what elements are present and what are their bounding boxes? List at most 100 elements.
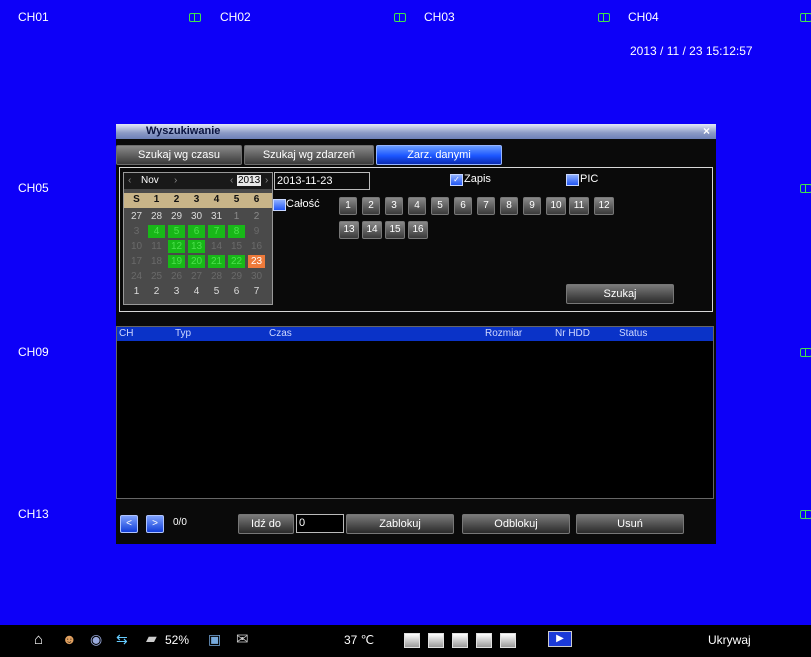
unlock-button[interactable]: Odblokuj: [462, 514, 570, 534]
channel-button-5[interactable]: 5: [431, 197, 449, 215]
layout-16-icon[interactable]: [476, 633, 492, 648]
calendar-day[interactable]: 20: [188, 255, 205, 268]
calendar-day[interactable]: 23: [248, 255, 265, 268]
calendar-day[interactable]: 28: [148, 210, 165, 223]
next-year-icon[interactable]: ›: [265, 175, 268, 186]
calendar-day[interactable]: 17: [128, 255, 145, 268]
calendar-day[interactable]: 10: [128, 240, 145, 253]
channel-button-2[interactable]: 2: [362, 197, 380, 215]
channel-button-11[interactable]: 11: [569, 197, 589, 215]
prev-year-icon[interactable]: ‹: [230, 175, 233, 186]
calendar-day[interactable]: 30: [188, 210, 205, 223]
channel-button-4[interactable]: 4: [408, 197, 426, 215]
calendar-day[interactable]: 8: [228, 225, 245, 238]
channel-button-8[interactable]: 8: [500, 197, 518, 215]
calendar-day[interactable]: 2: [148, 285, 165, 298]
weekday-label: 6: [253, 194, 260, 205]
taskbar: ⌂ ☻ ◉ ⇆ ▰ 52% ▣ ✉ 37 ℃ ▶ Ukrywaj: [0, 625, 811, 657]
close-icon[interactable]: ×: [703, 124, 710, 138]
channel-button-1[interactable]: 1: [339, 197, 357, 215]
calendar-day[interactable]: 27: [188, 270, 205, 283]
tab-search-by-event[interactable]: Szukaj wg zdarzeń: [244, 145, 374, 165]
goto-button[interactable]: Idź do: [238, 514, 294, 534]
lock-button[interactable]: Zablokuj: [346, 514, 454, 534]
calendar-day[interactable]: 4: [188, 285, 205, 298]
channel-button-10[interactable]: 10: [546, 197, 566, 215]
calendar-day[interactable]: 11: [148, 240, 165, 253]
calendar-day[interactable]: 9: [248, 225, 265, 238]
calendar-day[interactable]: 1: [228, 210, 245, 223]
pic-checkbox[interactable]: [566, 174, 579, 186]
calendar-day[interactable]: 12: [168, 240, 185, 253]
prev-page-button[interactable]: <: [120, 515, 138, 533]
layout-4-icon[interactable]: [428, 633, 444, 648]
calendar-day[interactable]: 18: [148, 255, 165, 268]
zapis-checkbox[interactable]: ✓: [450, 174, 463, 186]
layout-1-icon[interactable]: [404, 633, 420, 648]
calendar-day[interactable]: 5: [168, 225, 185, 238]
calendar-day[interactable]: 27: [128, 210, 145, 223]
calendar-day[interactable]: 5: [208, 285, 225, 298]
calendar-day[interactable]: 25: [148, 270, 165, 283]
channel-button-3[interactable]: 3: [385, 197, 403, 215]
all-channels-checkbox[interactable]: [273, 199, 286, 211]
channel-button-14[interactable]: 14: [362, 221, 382, 239]
tab-data-management[interactable]: Zarz. danymi: [376, 145, 502, 165]
camera-icon[interactable]: ◉: [90, 631, 102, 648]
calendar-day[interactable]: 24: [128, 270, 145, 283]
calendar-day[interactable]: 6: [188, 225, 205, 238]
channel-button-7[interactable]: 7: [477, 197, 495, 215]
calendar-day[interactable]: 2: [248, 210, 265, 223]
prev-month-icon[interactable]: ‹: [128, 175, 131, 186]
layout-9-icon[interactable]: [452, 633, 468, 648]
next-month-icon[interactable]: ›: [174, 175, 177, 186]
mail-icon[interactable]: ✉: [236, 630, 249, 648]
layout-25-icon[interactable]: [500, 633, 516, 648]
calendar-day[interactable]: 3: [168, 285, 185, 298]
channel-button-9[interactable]: 9: [523, 197, 541, 215]
play-icon[interactable]: ▶: [548, 631, 572, 647]
tab-search-by-time[interactable]: Szukaj wg czasu: [116, 145, 242, 165]
calendar-day[interactable]: 29: [168, 210, 185, 223]
calendar-day[interactable]: 19: [168, 255, 185, 268]
calendar-day[interactable]: 1: [128, 285, 145, 298]
recording-icon: [800, 510, 811, 519]
calendar-day[interactable]: 13: [188, 240, 205, 253]
calendar-day[interactable]: 16: [248, 240, 265, 253]
calendar-day[interactable]: 14: [208, 240, 225, 253]
monitor-icon[interactable]: ▣: [208, 631, 221, 648]
calendar-day[interactable]: 4: [148, 225, 165, 238]
results-table: CH Typ Czas Rozmiar Nr HDD Status: [116, 326, 714, 499]
user-icon[interactable]: ☻: [62, 631, 77, 647]
calendar-day[interactable]: 31: [208, 210, 225, 223]
channel-button-6[interactable]: 6: [454, 197, 472, 215]
calendar-day[interactable]: 15: [228, 240, 245, 253]
channel-button-15[interactable]: 15: [385, 221, 405, 239]
home-icon[interactable]: ⌂: [34, 631, 43, 648]
channel-button-16[interactable]: 16: [408, 221, 428, 239]
next-page-button[interactable]: >: [146, 515, 164, 533]
goto-page-input[interactable]: 0: [296, 514, 344, 533]
calendar-day[interactable]: 7: [248, 285, 265, 298]
weekday-label: 4: [213, 194, 220, 205]
calendar-day[interactable]: 26: [168, 270, 185, 283]
calendar-day[interactable]: 22: [228, 255, 245, 268]
channel-button-12[interactable]: 12: [594, 197, 614, 215]
hide-taskbar-button[interactable]: Ukrywaj: [708, 633, 751, 647]
calendar-day[interactable]: 21: [208, 255, 225, 268]
calendar-day[interactable]: 30: [248, 270, 265, 283]
calendar-header: ‹ Nov › ‹ 2013 ›: [124, 173, 272, 189]
calendar-day[interactable]: 29: [228, 270, 245, 283]
delete-button[interactable]: Usuń: [576, 514, 684, 534]
search-button[interactable]: Szukaj: [566, 284, 674, 304]
network-icon[interactable]: ⇆: [116, 631, 128, 648]
calendar-day[interactable]: 3: [128, 225, 145, 238]
channel-button-13[interactable]: 13: [339, 221, 359, 239]
dialog-title-bar[interactable]: Wyszukiwanie ×: [116, 124, 716, 139]
calendar-day[interactable]: 7: [208, 225, 225, 238]
datetime-display: 2013 / 11 / 23 15:12:57: [630, 44, 753, 58]
date-field[interactable]: 2013-11-23: [274, 172, 370, 190]
calendar-day[interactable]: 6: [228, 285, 245, 298]
calendar-day[interactable]: 28: [208, 270, 225, 283]
column-status: Status: [619, 328, 648, 339]
